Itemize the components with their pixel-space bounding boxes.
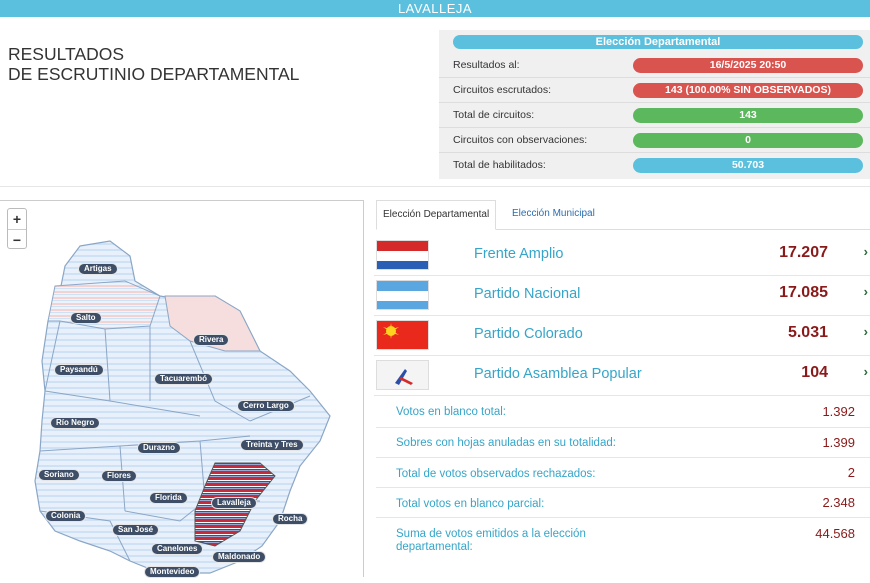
page-title: RESULTADOS DE ESCRUTINIO DEPARTAMENTAL <box>8 44 299 84</box>
partido-colorado-flag-svg <box>377 321 428 349</box>
summary-label: Total votos en blanco parcial: <box>396 498 545 510</box>
dept-label-flores[interactable]: Flores <box>101 470 138 482</box>
info-label: Total de circuitos: <box>453 109 535 121</box>
department-name: LAVALLEJA <box>397 1 473 16</box>
info-value-pill: 143 (100.00% SIN OBSERVADOS) <box>633 83 863 98</box>
zoom-out-button[interactable]: − <box>8 229 26 249</box>
dept-label-tacuarembo[interactable]: Tacuarembó <box>154 373 213 385</box>
summary-row-annulled: Sobres con hojas anuladas en su totalida… <box>376 428 870 458</box>
frente-amplio-flag <box>376 240 429 270</box>
partido-nacional-flag <box>376 280 429 310</box>
tab-municipal[interactable]: Elección Municipal <box>506 200 601 230</box>
party-row[interactable]: Partido Colorado 5.031 › <box>374 316 870 356</box>
summary-value: 1.399 <box>822 435 855 450</box>
chevron-right-icon[interactable]: › <box>864 284 868 299</box>
info-label: Circuitos escrutados: <box>453 84 552 96</box>
dept-label-lavalleja[interactable]: Lavalleja <box>211 497 257 509</box>
dept-label-salto[interactable]: Salto <box>70 312 102 324</box>
summary-label: Suma de votos emitidos a la elección dep… <box>396 528 586 553</box>
info-panel-heading-bar: Elección Departamental <box>453 35 863 49</box>
dept-label-rio-negro[interactable]: Río Negro <box>50 417 101 429</box>
department-header-bar: LAVALLEJA <box>0 0 870 17</box>
dept-label-durazno[interactable]: Durazno <box>137 442 181 454</box>
dept-label-cerro-largo[interactable]: Cerro Largo <box>237 400 295 412</box>
summary-row-blank-partial: Total votos en blanco parcial: 2.348 <box>376 488 870 518</box>
party-votes: 104 <box>801 364 828 381</box>
tab-departmental[interactable]: Elección Departamental <box>376 200 497 230</box>
info-row-circuits-counted: Circuitos escrutados: 143 (100.00% SIN O… <box>439 79 870 103</box>
partido-nacional-flag-svg <box>377 281 428 309</box>
election-info-panel-rows: Elección Departamental Resultados al: 16… <box>439 30 870 179</box>
chevron-right-icon[interactable]: › <box>864 324 868 339</box>
dept-label-treinta-y-tres[interactable]: Treinta y Tres <box>240 439 304 451</box>
info-row-results-date: Resultados al: 16/5/2025 20:50 <box>439 54 870 78</box>
zoom-in-button[interactable]: + <box>8 209 26 229</box>
election-tabs: Elección Departamental Elección Municipa… <box>376 200 870 230</box>
summary-label: Sobres con hojas anuladas en su totalida… <box>396 437 616 449</box>
dept-label-paysandu[interactable]: Paysandú <box>54 364 104 376</box>
dept-label-soriano[interactable]: Soriano <box>38 469 80 481</box>
info-label: Resultados al: <box>453 59 520 71</box>
summary-value: 2.348 <box>822 495 855 510</box>
summary-label: Total de votos observados rechazados: <box>396 468 596 480</box>
dept-label-rivera[interactable]: Rivera <box>193 334 230 346</box>
party-row[interactable]: Partido Nacional 17.085 › <box>374 276 870 316</box>
party-row[interactable]: Partido Asamblea Popular 104 › <box>374 356 870 396</box>
info-value-pill: 143 <box>633 108 863 123</box>
partido-colorado-flag <box>376 320 429 350</box>
info-label: Total de habilitados: <box>453 159 546 171</box>
dept-label-artigas[interactable]: Artigas <box>78 263 118 275</box>
summary-row-observed-rejected: Total de votos observados rechazados: 2 <box>376 458 870 488</box>
party-votes: 17.207 <box>779 244 828 261</box>
party-name: Partido Nacional <box>474 286 581 302</box>
party-row[interactable]: Frente Amplio 17.207 › <box>374 236 870 276</box>
chevron-right-icon[interactable]: › <box>864 244 868 259</box>
summary-row-total-emitted: Suma de votos emitidos a la elección dep… <box>376 518 870 568</box>
summary-value: 44.568 <box>815 526 855 541</box>
asamblea-popular-flag-svg <box>377 361 428 389</box>
party-name: Partido Colorado <box>474 326 583 342</box>
frente-amplio-flag-svg <box>377 241 428 269</box>
dept-label-rocha[interactable]: Rocha <box>272 513 309 525</box>
summary-value: 1.392 <box>822 404 855 419</box>
dept-label-colonia[interactable]: Colonia <box>45 510 87 522</box>
summary-value: 2 <box>847 465 855 480</box>
party-votes: 5.031 <box>787 324 828 341</box>
dept-label-san-jose[interactable]: San José <box>112 524 160 536</box>
chevron-right-icon[interactable]: › <box>864 364 868 379</box>
summary-row-blank-total: Votos en blanco total: 1.392 <box>376 398 870 428</box>
dept-label-florida[interactable]: Florida <box>149 492 188 504</box>
dept-label-montevideo[interactable]: Montevideo <box>144 566 201 578</box>
info-row-total-circuits: Total de circuitos: 143 <box>439 104 870 128</box>
info-value-pill: 16/5/2025 20:50 <box>633 58 863 73</box>
info-value-pill: 50.703 <box>633 158 863 173</box>
map-zoom-control: + − <box>7 208 27 249</box>
info-row-total-enabled: Total de habilitados: 50.703 <box>439 154 870 178</box>
info-row-circuits-observed: Circuitos con observaciones: 0 <box>439 129 870 153</box>
info-value-pill: 0 <box>633 133 863 148</box>
page-title-line2: DE ESCRUTINIO DEPARTAMENTAL <box>8 64 300 84</box>
dept-label-canelones[interactable]: Canelones <box>151 543 204 555</box>
info-label: Circuitos con observaciones: <box>453 134 588 146</box>
summary-label: Votos en blanco total: <box>396 406 506 418</box>
asamblea-popular-flag <box>376 360 429 390</box>
party-votes: 17.085 <box>779 284 828 301</box>
dept-label-maldonado[interactable]: Maldonado <box>212 551 267 563</box>
page-title-line1: RESULTADOS <box>8 44 125 64</box>
party-name: Frente Amplio <box>474 246 564 262</box>
party-name: Partido Asamblea Popular <box>474 366 642 382</box>
section-divider <box>0 186 870 187</box>
